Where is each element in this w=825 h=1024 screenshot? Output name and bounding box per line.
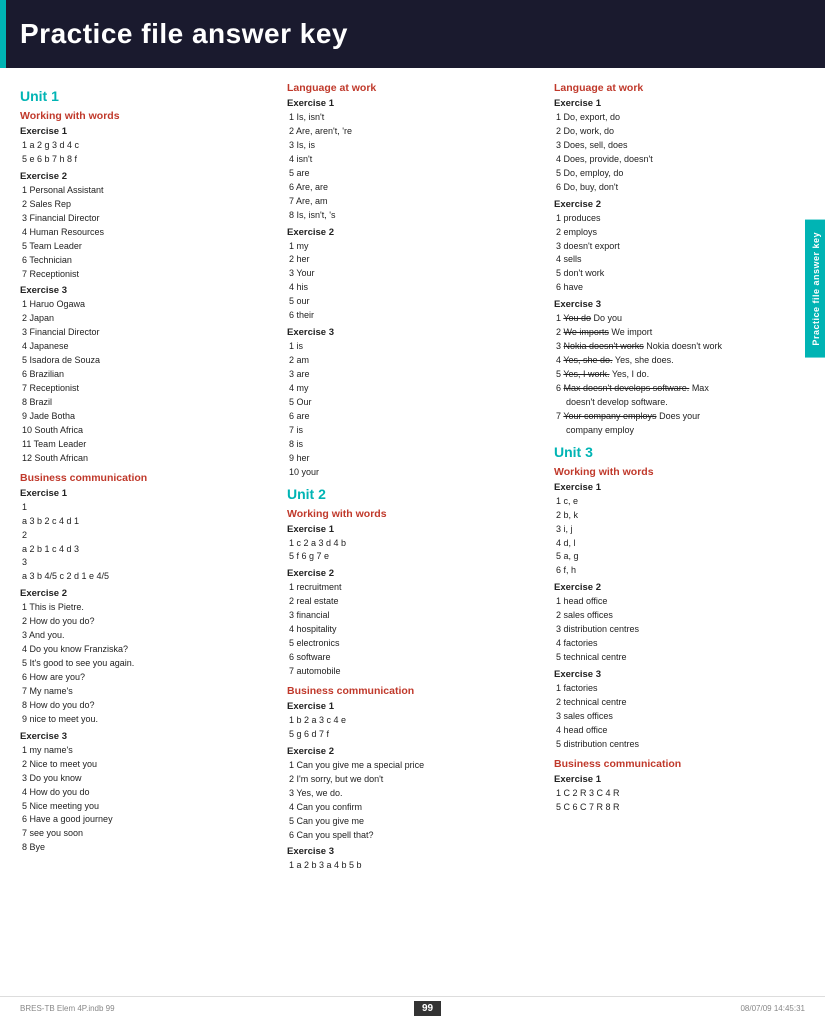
lang-at-work-2: Language at work <box>554 82 805 94</box>
bc-ex2-items: 1 This is Pietre. 2 How do you do? 3 And… <box>20 601 271 726</box>
u2-bc-ex2-items: 1 Can you give me a special price 2 I'm … <box>287 759 538 843</box>
law2-ex2-label: Exercise 2 <box>554 199 805 210</box>
working-with-words-1: Working with words <box>20 110 271 122</box>
strikethrough-6: Max doesn't develops software. <box>564 383 690 393</box>
u2-ex1-items: 1 c 2 a 3 d 4 b 5 f 6 g 7 e <box>287 537 538 565</box>
law1-ex1-items: 1 Is, isn't 2 Are, aren't, 're 3 Is, is … <box>287 111 538 223</box>
strikethrough-3: Nokia doesn't works <box>564 341 644 351</box>
u2-bc-ex3-label: Exercise 3 <box>287 846 538 857</box>
column-1: Unit 1 Working with words Exercise 1 1 a… <box>20 82 279 873</box>
bc-ex2-label: Exercise 2 <box>20 588 271 599</box>
lang-at-work-1: Language at work <box>287 82 538 94</box>
strikethrough-7: Your company employs <box>563 411 656 421</box>
u2-bc-ex1-label: Exercise 1 <box>287 701 538 712</box>
bc-ex3-items: 1 my name's 2 Nice to meet you 3 Do you … <box>20 744 271 856</box>
u2-ex2-items: 1 recruitment 2 real estate 3 financial … <box>287 581 538 679</box>
law2-ex3-items: 1 You do Do you 2 We imports We import 3… <box>554 312 805 437</box>
strikethrough-5: Yes, I work. <box>563 369 609 379</box>
u2-ex2-label: Exercise 2 <box>287 568 538 579</box>
law1-ex2-items: 1 my 2 her 3 Your 4 his 5 our 6 their <box>287 240 538 324</box>
ex1-label: Exercise 1 <box>20 126 271 137</box>
ex2-items: 1 Personal Assistant 2 Sales Rep 3 Finan… <box>20 184 271 282</box>
page-number: 99 <box>414 1001 441 1016</box>
ex2-label: Exercise 2 <box>20 171 271 182</box>
bc-ex1-items: 1 a 3 b 2 c 4 d 1 2 a 2 b 1 c 4 d 3 3 a … <box>20 501 271 585</box>
page-footer: BRES-TB Elem 4P.indb 99 99 08/07/09 14:4… <box>0 996 825 1016</box>
strikethrough-1: You do <box>563 313 591 323</box>
u3-ex3-items: 1 factories 2 technical centre 3 sales o… <box>554 682 805 752</box>
unit1-heading: Unit 1 <box>20 88 271 104</box>
unit2-heading: Unit 2 <box>287 486 538 502</box>
main-content: Unit 1 Working with words Exercise 1 1 a… <box>0 68 825 893</box>
bc-ex1-label: Exercise 1 <box>20 488 271 499</box>
strikethrough-4: Yes, she do. <box>563 355 612 365</box>
u3-ex1-label: Exercise 1 <box>554 482 805 493</box>
unit3-heading: Unit 3 <box>554 444 805 460</box>
u3-ex2-label: Exercise 2 <box>554 582 805 593</box>
bc-ex3-label: Exercise 3 <box>20 731 271 742</box>
footer-right: 08/07/09 14:45:31 <box>740 1004 805 1013</box>
ex1-items: 1 a 2 g 3 d 4 c 5 e 6 b 7 h 8 f <box>20 139 271 167</box>
u3-ex1-items: 1 c, e 2 b, k 3 i, j 4 d, l 5 a, g 6 f, … <box>554 495 805 579</box>
column-2: Language at work Exercise 1 1 Is, isn't … <box>279 82 546 873</box>
page-header: Practice file answer key <box>0 0 825 68</box>
ex3-items: 1 Haruo Ogawa 2 Japan 3 Financial Direct… <box>20 298 271 465</box>
u2-ex1-label: Exercise 1 <box>287 524 538 535</box>
law1-ex3-label: Exercise 3 <box>287 327 538 338</box>
biz-comm-2: Business communication <box>287 685 538 697</box>
wwwords-2: Working with words <box>287 508 538 520</box>
column-3: Language at work Exercise 1 1 Do, export… <box>546 82 805 873</box>
u3-ex2-items: 1 head office 2 sales offices 3 distribu… <box>554 595 805 665</box>
law1-ex1-label: Exercise 1 <box>287 98 538 109</box>
u3-bc-ex1-label: Exercise 1 <box>554 774 805 785</box>
page-title: Practice file answer key <box>20 18 348 50</box>
wwwords-3: Working with words <box>554 466 805 478</box>
law1-ex2-label: Exercise 2 <box>287 227 538 238</box>
u2-bc-ex2-label: Exercise 2 <box>287 746 538 757</box>
ex3-label: Exercise 3 <box>20 285 271 296</box>
law2-ex1-items: 1 Do, export, do 2 Do, work, do 3 Does, … <box>554 111 805 195</box>
u2-bc-ex3-items: 1 a 2 b 3 a 4 b 5 b <box>287 859 538 873</box>
strikethrough-2: We imports <box>564 327 609 337</box>
biz-comm-3: Business communication <box>554 758 805 770</box>
u3-bc-ex1-items: 1 C 2 R 3 C 4 R 5 C 6 C 7 R 8 R <box>554 787 805 815</box>
side-tab: Practice file answer key <box>805 220 825 358</box>
u2-bc-ex1-items: 1 b 2 a 3 c 4 e 5 g 6 d 7 f <box>287 714 538 742</box>
u3-ex3-label: Exercise 3 <box>554 669 805 680</box>
law2-ex3-label: Exercise 3 <box>554 299 805 310</box>
footer-left: BRES-TB Elem 4P.indb 99 <box>20 1004 115 1013</box>
law1-ex3-items: 1 is 2 am 3 are 4 my 5 Our 6 are 7 is 8 … <box>287 340 538 479</box>
law2-ex2-items: 1 produces 2 employs 3 doesn't export 4 … <box>554 212 805 296</box>
law2-ex1-label: Exercise 1 <box>554 98 805 109</box>
biz-comm-1: Business communication <box>20 472 271 484</box>
